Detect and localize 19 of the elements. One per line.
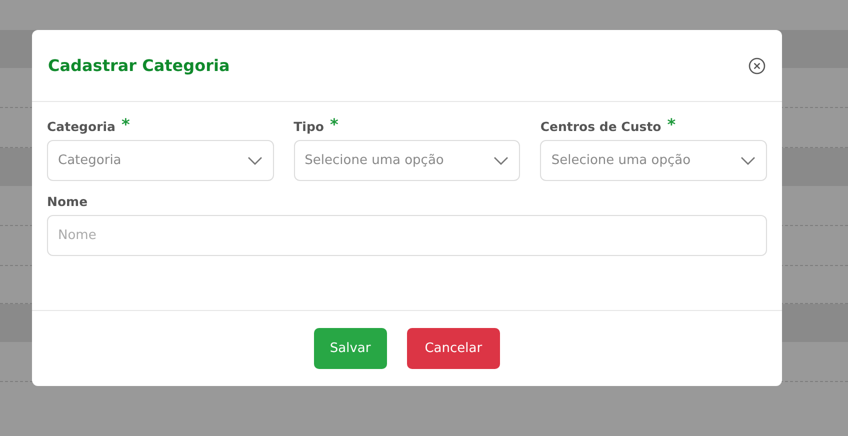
field-label: Categoria	[47, 118, 116, 136]
chevron-down-icon	[740, 156, 756, 166]
select-field[interactable]: Selecione uma opção	[540, 140, 767, 181]
name-input[interactable]: Nome	[47, 215, 767, 256]
select-field[interactable]: Categoria	[47, 140, 274, 181]
required-mark: *	[330, 118, 338, 132]
field-label: Tipo	[294, 118, 324, 136]
required-mark: *	[121, 118, 130, 132]
field-label: Nome	[47, 193, 88, 211]
select-field[interactable]: Selecione uma opção	[294, 140, 520, 181]
close-icon	[748, 56, 766, 74]
chevron-down-icon	[493, 156, 510, 166]
required-mark: *	[667, 118, 676, 132]
cancel-button[interactable]: Cancelar	[406, 328, 500, 369]
chevron-down-icon	[246, 156, 263, 166]
save-button[interactable]: Salvar	[314, 328, 387, 369]
field-label: Centros de Custo	[540, 118, 662, 136]
modal-title: Cadastrar Categoria	[48, 56, 230, 76]
close-button[interactable]	[748, 56, 766, 74]
